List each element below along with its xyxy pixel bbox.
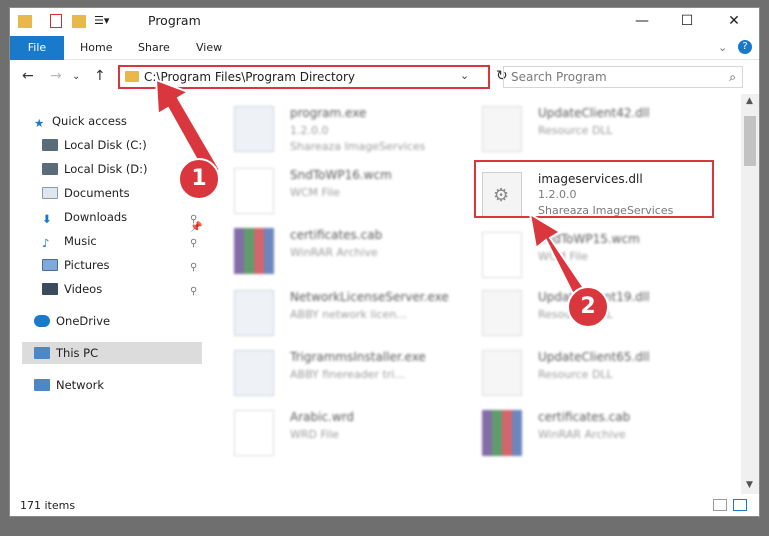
explorer-window: ☰▾ Program — ☐ ✕ File Home Share View ⌄ … [9, 7, 760, 517]
annotation-arrows [154, 78, 594, 310]
callout-two: 2 [567, 286, 609, 328]
callout-one: 1 [178, 158, 220, 200]
